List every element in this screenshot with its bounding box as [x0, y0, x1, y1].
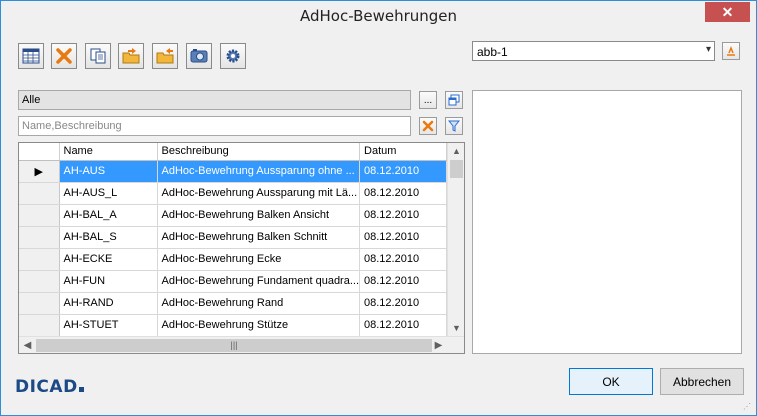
pick-drawing-button[interactable]	[722, 42, 740, 60]
column-header-description[interactable]: Beschreibung	[157, 143, 361, 161]
cell-date: 08.12.2010	[359, 248, 448, 271]
browse-button[interactable]: ...	[419, 91, 437, 109]
search-input[interactable]: Name,Beschreibung	[18, 116, 411, 136]
table-button[interactable]	[18, 43, 44, 69]
cell-date: 08.12.2010	[359, 270, 448, 293]
cell-description: AdHoc-Bewehrung Aussparung mit Lä...	[157, 182, 361, 205]
clear-filter-button[interactable]	[419, 117, 437, 135]
row-marker	[19, 182, 60, 205]
cell-name: AH-RAND	[59, 292, 158, 315]
ok-button[interactable]: OK	[569, 368, 653, 395]
cell-name: AH-FUN	[59, 270, 158, 293]
column-header-name[interactable]: Name	[59, 143, 158, 161]
camera-icon	[190, 49, 208, 63]
row-marker	[19, 248, 60, 271]
row-marker	[19, 226, 60, 249]
table-row[interactable]: ▶ AH-AUS AdHoc-Bewehrung Aussparung ohne .…	[19, 160, 448, 183]
preview-panel	[472, 90, 742, 354]
import-button[interactable]	[152, 43, 178, 69]
pick-icon	[727, 45, 735, 56]
window-icon	[448, 94, 460, 106]
row-marker	[19, 314, 60, 337]
title-bar[interactable]: AdHoc-Bewehrungen ✕	[1, 1, 756, 32]
scroll-down-icon[interactable]: ▼	[448, 320, 464, 337]
table-row[interactable]: AH-STUET AdHoc-Bewehrung Stütze 08.12.2010	[19, 314, 448, 337]
chevron-down-icon: ▾	[705, 44, 711, 55]
column-header-marker	[19, 143, 60, 161]
resize-grip-icon[interactable]: ⋰	[743, 402, 753, 412]
cell-description: AdHoc-Bewehrung Aussparung ohne ...	[157, 160, 361, 183]
table-row[interactable]: AH-BAL_A AdHoc-Bewehrung Balken Ansicht 08…	[19, 204, 448, 227]
cell-date: 08.12.2010	[359, 314, 448, 337]
row-marker	[19, 270, 60, 293]
delete-icon	[56, 48, 72, 64]
table-row[interactable]: AH-FUN AdHoc-Bewehrung Fundament quadra..…	[19, 270, 448, 293]
cell-description: AdHoc-Bewehrung Rand	[157, 292, 361, 315]
cell-date: 08.12.2010	[359, 160, 448, 183]
column-header-date[interactable]: Datum	[359, 143, 448, 161]
cell-date: 08.12.2010	[359, 226, 448, 249]
export-button[interactable]	[118, 43, 144, 69]
close-button[interactable]: ✕	[705, 2, 750, 22]
vertical-scroll-thumb[interactable]	[450, 160, 463, 178]
copy-icon	[90, 48, 106, 64]
cancel-button[interactable]: Abbrechen	[660, 368, 744, 395]
table-row[interactable]: AH-AUS_L AdHoc-Bewehrung Aussparung mit L…	[19, 182, 448, 205]
folder-import-icon	[156, 48, 174, 64]
cell-description: AdHoc-Bewehrung Fundament quadra...	[157, 270, 361, 293]
cell-description: AdHoc-Bewehrung Ecke	[157, 248, 361, 271]
cell-name: AH-STUET	[59, 314, 158, 337]
cell-name: AH-AUS_L	[59, 182, 158, 205]
cell-date: 08.12.2010	[359, 204, 448, 227]
row-marker	[19, 292, 60, 315]
table-row[interactable]: AH-RAND AdHoc-Bewehrung Rand 08.12.2010	[19, 292, 448, 315]
scroll-right-icon[interactable]: ▶	[430, 337, 447, 353]
table-icon	[22, 48, 40, 64]
cell-description: AdHoc-Bewehrung Stütze	[157, 314, 361, 337]
logo-dot	[78, 387, 84, 392]
cell-name: AH-BAL_A	[59, 204, 158, 227]
cell-description: AdHoc-Bewehrung Balken Ansicht	[157, 204, 361, 227]
settings-button[interactable]	[220, 43, 246, 69]
folder-export-icon	[122, 48, 140, 64]
open-window-button[interactable]	[445, 91, 463, 109]
dialog-window: AdHoc-Bewehrungen ✕ abb-1 ▾ Alle ... Nam…	[0, 0, 757, 416]
reinforcement-table[interactable]: Name Beschreibung Datum ▶ AH-AUS AdHoc-Bew…	[18, 142, 465, 354]
cell-date: 08.12.2010	[359, 182, 448, 205]
copy-button[interactable]	[85, 43, 111, 69]
filter-button[interactable]	[445, 117, 463, 135]
scroll-left-icon[interactable]: ◀	[19, 337, 36, 353]
cell-name: AH-ECKE	[59, 248, 158, 271]
delete-button[interactable]	[51, 43, 77, 69]
settings-icon	[226, 49, 240, 63]
row-marker: ▶	[19, 160, 60, 183]
row-marker	[19, 204, 60, 227]
vertical-scrollbar[interactable]: ▲ ▼	[447, 143, 464, 337]
window-title: AdHoc-Bewehrungen	[299, 7, 458, 25]
clear-icon	[422, 120, 434, 132]
scroll-up-icon[interactable]: ▲	[448, 143, 464, 160]
filter-icon	[448, 120, 460, 132]
horizontal-scroll-thumb[interactable]: |||	[36, 339, 432, 352]
table-row[interactable]: AH-BAL_S AdHoc-Bewehrung Balken Schnitt 08…	[19, 226, 448, 249]
horizontal-scrollbar[interactable]: ◀ ||| ▶	[19, 336, 464, 353]
camera-button[interactable]	[186, 43, 212, 69]
logo-text: DICAD	[15, 377, 78, 397]
cell-description: AdHoc-Bewehrung Balken Schnitt	[157, 226, 361, 249]
drawing-select[interactable]: abb-1 ▾	[472, 41, 715, 61]
cell-name: AH-BAL_S	[59, 226, 158, 249]
table-row[interactable]: AH-ECKE AdHoc-Bewehrung Ecke 08.12.2010	[19, 248, 448, 271]
company-logo: DICAD	[15, 377, 84, 397]
cell-name: AH-AUS	[59, 160, 158, 183]
cell-date: 08.12.2010	[359, 292, 448, 315]
table-header-row: Name Beschreibung Datum	[19, 143, 448, 161]
drawing-select-value: abb-1	[477, 45, 508, 59]
category-field[interactable]: Alle	[18, 90, 411, 110]
